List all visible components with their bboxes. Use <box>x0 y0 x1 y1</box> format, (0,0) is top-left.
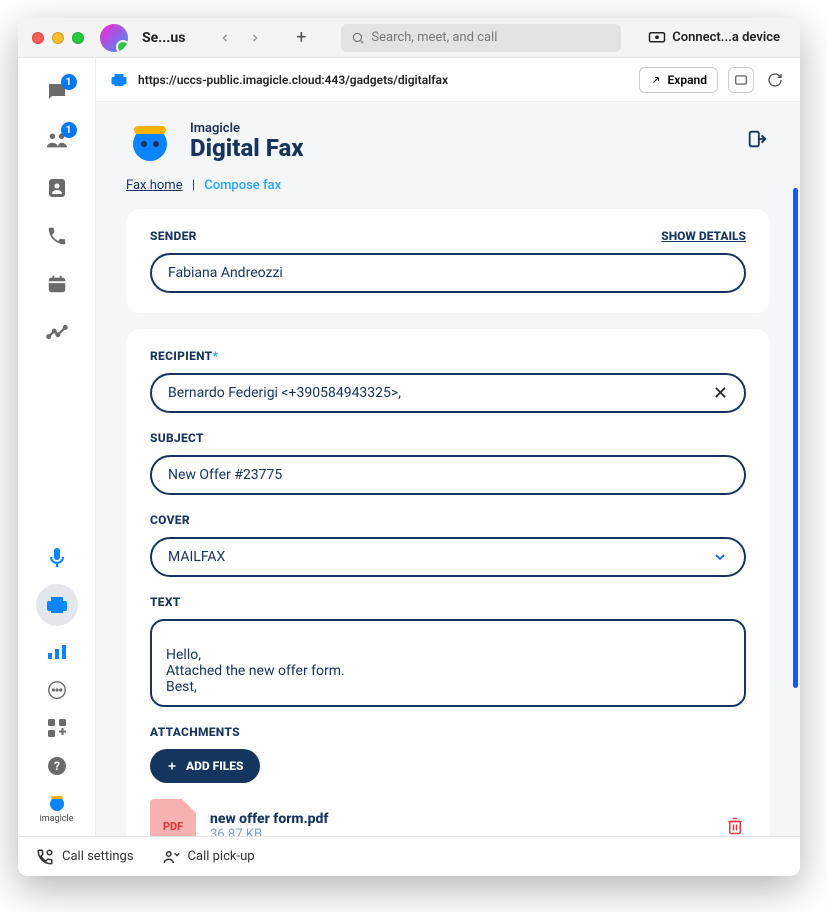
window-controls <box>32 32 84 44</box>
sidebar-analytics[interactable] <box>45 320 69 344</box>
breadcrumb-home[interactable]: Fax home <box>126 178 183 193</box>
clear-recipient-button[interactable]: ✕ <box>713 383 728 404</box>
urlbar: https://uccs-public.imagicle.cloud:443/g… <box>96 58 800 102</box>
attachment-size: 36.87 KB <box>210 827 328 837</box>
main: https://uccs-public.imagicle.cloud:443/g… <box>96 58 800 836</box>
content: 1 1 <box>18 58 800 836</box>
sidebar-more[interactable] <box>45 678 69 702</box>
sidebar: 1 1 <box>18 58 96 836</box>
recipient-label: RECIPIENT* <box>150 349 746 363</box>
minimize-window-icon[interactable] <box>52 32 64 44</box>
call-settings-button[interactable]: Call settings <box>36 848 134 866</box>
sidebar-calendar[interactable] <box>45 272 69 296</box>
search-input[interactable]: Search, meet, and call <box>341 24 621 52</box>
bottombar: Call settings Call pick-up <box>18 836 800 876</box>
cover-label: COVER <box>150 513 746 527</box>
call-pickup-label: Call pick-up <box>188 849 255 864</box>
fax-page: Imagicle Digital Fax Fax home | Compose … <box>96 102 800 836</box>
sender-card: SENDER SHOW DETAILS Fabiana Andreozzi <box>126 209 770 313</box>
nav-arrows <box>211 26 269 50</box>
sidebar-contacts[interactable] <box>45 176 69 200</box>
close-window-icon[interactable] <box>32 32 44 44</box>
subject-label: SUBJECT <box>150 431 746 445</box>
breadcrumb: Fax home | Compose fax <box>126 178 770 193</box>
expand-icon <box>650 74 662 86</box>
subject-input[interactable]: New Offer #23775 <box>150 455 746 495</box>
teams-badge: 1 <box>61 122 77 138</box>
brand-text: Imagicle Digital Fax <box>190 121 304 160</box>
attachment-row: PDF new offer form.pdf 36.87 KB <box>150 799 746 836</box>
recipient-input[interactable]: Bernardo Federigi <+390584943325>, ✕ <box>150 373 746 413</box>
breadcrumb-sep: | <box>192 178 195 193</box>
brand-big: Digital Fax <box>190 136 304 160</box>
logout-button[interactable] <box>746 128 770 152</box>
new-tab-button[interactable]: + <box>287 26 315 50</box>
subject-value: New Offer #23775 <box>168 467 282 483</box>
text-input[interactable]: Hello, Attached the new offer form. Best… <box>150 619 746 707</box>
svg-text:?: ? <box>54 759 60 773</box>
status-label[interactable]: Se...us <box>142 30 185 46</box>
scrollbar[interactable] <box>793 188 798 688</box>
plus-icon <box>166 760 178 772</box>
expand-button[interactable]: Expand <box>639 67 719 93</box>
sender-input[interactable]: Fabiana Andreozzi <box>150 253 746 293</box>
phone-gear-icon <box>36 848 54 866</box>
add-files-label: ADD FILES <box>186 759 244 773</box>
search-placeholder: Search, meet, and call <box>371 30 497 45</box>
popout-button[interactable] <box>728 67 754 93</box>
recipient-value: Bernardo Federigi <+390584943325>, <box>168 385 401 401</box>
breadcrumb-current: Compose fax <box>204 178 281 193</box>
show-details-link[interactable]: SHOW DETAILS <box>661 229 746 243</box>
sidebar-queue[interactable] <box>45 640 69 664</box>
call-pickup-button[interactable]: Call pick-up <box>162 848 255 866</box>
sidebar-fax-active[interactable] <box>36 584 78 626</box>
sidebar-teams[interactable]: 1 <box>45 128 69 152</box>
sidebar-imagicle[interactable]: imagicle <box>45 792 69 824</box>
connect-device-label: Connect...a device <box>672 30 780 45</box>
fax-app-icon <box>110 71 128 89</box>
connect-device-button[interactable]: Connect...a device <box>642 26 786 49</box>
chat-badge: 1 <box>61 74 77 90</box>
app-window: Se...us + Search, meet, and call Connect… <box>18 18 800 876</box>
attachment-meta: new offer form.pdf 36.87 KB <box>210 811 328 837</box>
nav-forward-button[interactable] <box>241 26 269 50</box>
titlebar: Se...us + Search, meet, and call Connect… <box>18 18 800 58</box>
device-icon <box>648 31 666 45</box>
sender-label: SENDER <box>150 229 197 243</box>
sender-value: Fabiana Andreozzi <box>168 265 283 281</box>
reload-button[interactable] <box>764 69 786 91</box>
call-settings-label: Call settings <box>62 849 134 864</box>
sidebar-help[interactable]: ? <box>45 754 69 778</box>
add-files-button[interactable]: ADD FILES <box>150 749 260 783</box>
sidebar-calls[interactable] <box>45 224 69 248</box>
attachments-label: ATTACHMENTS <box>150 725 746 739</box>
expand-label: Expand <box>668 73 708 87</box>
cover-value: MAILFAX <box>168 549 225 565</box>
url-text: https://uccs-public.imagicle.cloud:443/g… <box>138 73 448 87</box>
sidebar-chat[interactable]: 1 <box>45 80 69 104</box>
text-label: TEXT <box>150 595 746 609</box>
pickup-icon <box>162 848 180 866</box>
pdf-icon: PDF <box>150 799 196 836</box>
cover-select[interactable]: MAILFAX <box>150 537 746 577</box>
imagicle-label: imagicle <box>40 814 74 824</box>
brand-logo-icon <box>126 116 174 164</box>
nav-back-button[interactable] <box>211 26 239 50</box>
text-value: Hello, Attached the new offer form. Best… <box>166 647 345 695</box>
search-icon <box>351 31 365 45</box>
brand-row: Imagicle Digital Fax <box>126 116 770 164</box>
compose-card: RECIPIENT* Bernardo Federigi <+390584943… <box>126 329 770 836</box>
chevron-down-icon <box>712 549 728 565</box>
sidebar-mic[interactable] <box>45 546 69 570</box>
avatar[interactable] <box>100 24 128 52</box>
attachment-name: new offer form.pdf <box>210 811 328 827</box>
maximize-window-icon[interactable] <box>72 32 84 44</box>
delete-attachment-button[interactable] <box>726 816 746 836</box>
sidebar-apps[interactable] <box>45 716 69 740</box>
